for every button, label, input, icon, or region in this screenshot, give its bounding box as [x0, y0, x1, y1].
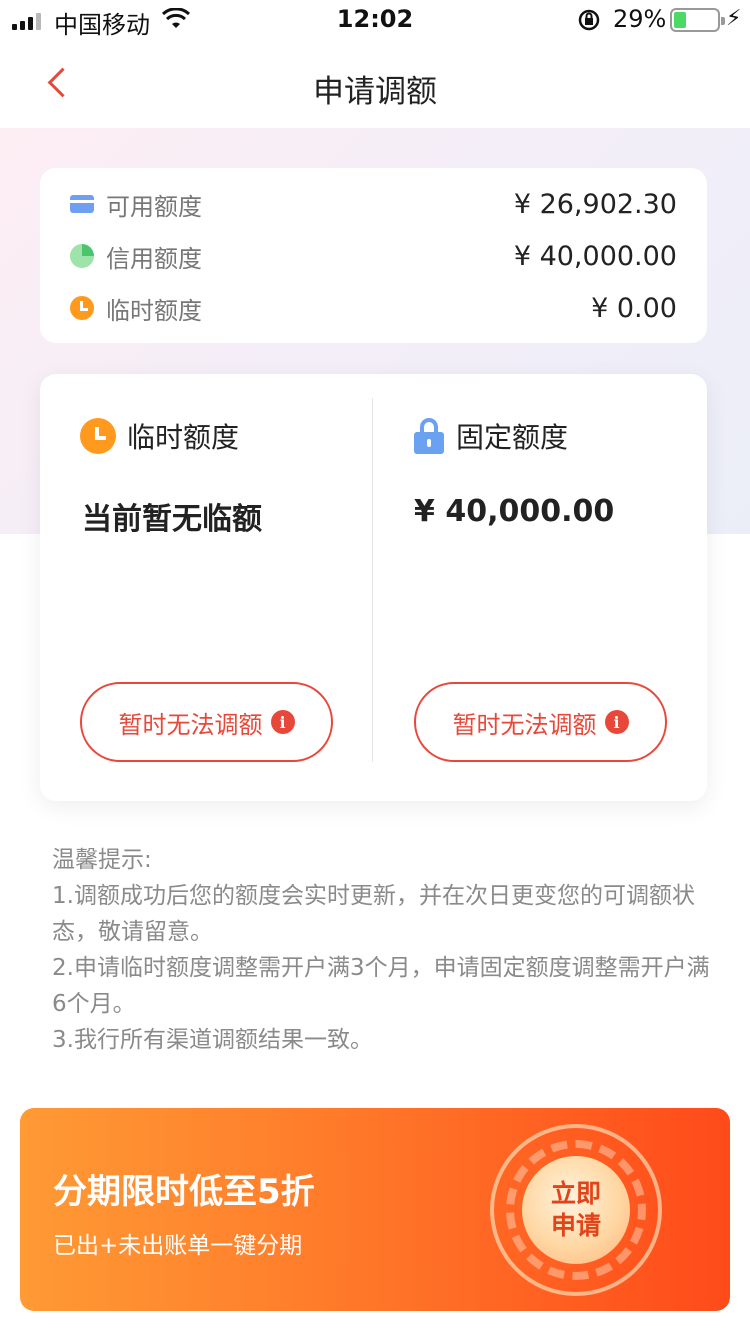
limit-summary-card: 可用额度 ¥ 26,902.30 信用额度 ¥ 40,000.00 临时额度 ¥…: [40, 168, 707, 343]
temporary-quota-heading: 临时额度: [80, 416, 239, 456]
pie-icon: [70, 244, 94, 268]
summary-label: 信用额度: [106, 244, 202, 273]
temporary-quota-title: 临时额度: [127, 421, 240, 454]
temporary-quota-panel: 临时额度 当前暂无临额 暂时无法调额 i: [40, 374, 373, 801]
lock-icon: [414, 418, 444, 454]
banner-subtitle: 已出+未出账单一键分期: [53, 1233, 303, 1259]
summary-label: 临时额度: [106, 296, 202, 325]
fixed-adjust-button[interactable]: 暂时无法调额 i: [414, 682, 667, 762]
fixed-adjust-label: 暂时无法调额: [452, 710, 597, 739]
page-title: 申请调额: [313, 74, 437, 110]
installment-promo-banner[interactable]: 分期限时低至5折 已出+未出账单一键分期 立即申请: [20, 1108, 730, 1311]
summary-value: ¥ 0.00: [591, 292, 677, 324]
apply-now-button[interactable]: 立即申请: [522, 1156, 630, 1264]
tips-section: 温馨提示: 1.调额成功后您的额度会实时更新，并在次日更变您的可调额状态，敬请留…: [52, 842, 712, 1058]
battery-percent: 29%: [613, 5, 667, 33]
card-icon: [70, 195, 94, 213]
summary-value: ¥ 40,000.00: [513, 240, 677, 272]
banner-title: 分期限时低至5折: [53, 1172, 315, 1212]
fixed-quota-value: ¥ 40,000.00: [414, 494, 615, 529]
nav-bar: 申请调额: [0, 40, 750, 128]
fixed-quota-heading: 固定额度: [414, 416, 568, 456]
temporary-adjust-label: 暂时无法调额: [118, 710, 263, 739]
status-bar: 中国移动 12:02 29% ⚡: [0, 0, 750, 40]
clock-icon: [80, 418, 116, 454]
apply-now-label: 立即申请: [550, 1179, 601, 1240]
fixed-quota-title: 固定额度: [456, 421, 569, 454]
summary-row-credit: 信用额度 ¥ 40,000.00: [70, 230, 677, 282]
summary-row-available: 可用额度 ¥ 26,902.30: [70, 178, 677, 230]
rotation-lock-icon: [578, 9, 600, 31]
tips-line: 3.我行所有渠道调额结果一致。: [52, 1027, 373, 1053]
summary-row-temporary: 临时额度 ¥ 0.00: [70, 282, 677, 334]
tips-line: 1.调额成功后您的额度会实时更新，并在次日更变您的可调额状态，敬请留意。: [52, 883, 695, 945]
charging-icon: ⚡: [726, 6, 742, 31]
temporary-quota-value: 当前暂无临额: [82, 502, 262, 537]
temporary-adjust-button[interactable]: 暂时无法调额 i: [80, 682, 333, 762]
battery-icon: [670, 8, 725, 32]
info-icon[interactable]: i: [270, 710, 295, 734]
tips-line: 2.申请临时额度调整需开户满3个月，申请固定额度调整需开户满6个月。: [52, 955, 710, 1017]
summary-label: 可用额度: [106, 192, 202, 221]
info-icon[interactable]: i: [604, 710, 629, 734]
tips-heading: 温馨提示:: [52, 847, 152, 873]
fixed-quota-panel: 固定额度 ¥ 40,000.00 暂时无法调额 i: [374, 374, 707, 801]
summary-value: ¥ 26,902.30: [513, 188, 677, 220]
divider: [372, 398, 373, 762]
quota-adjust-card: 临时额度 当前暂无临额 暂时无法调额 i 固定额度 ¥ 40,000.00 暂时…: [40, 374, 707, 801]
clock-icon: [70, 296, 94, 320]
